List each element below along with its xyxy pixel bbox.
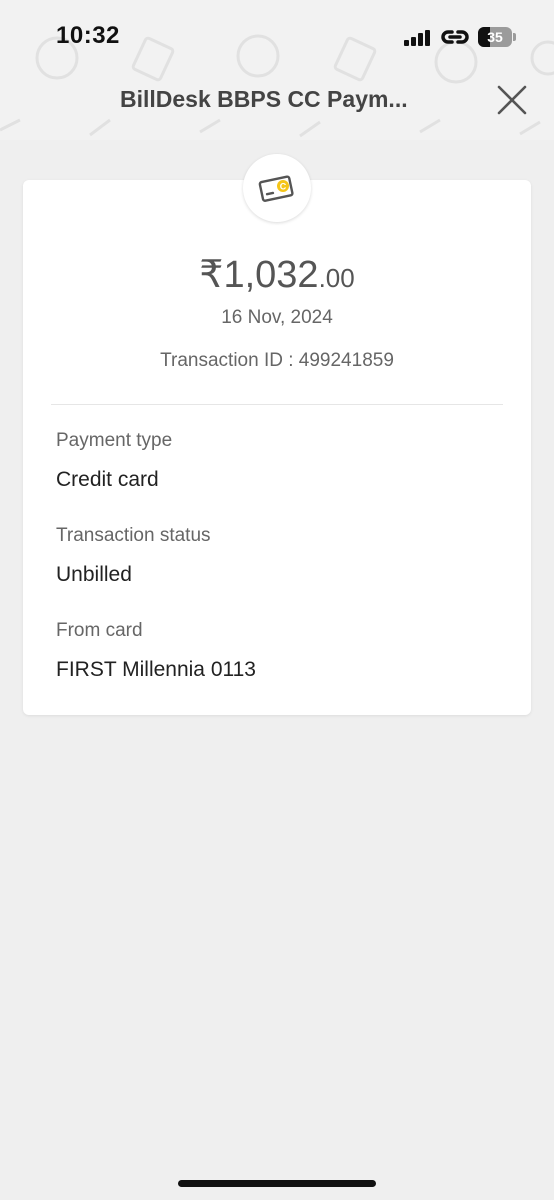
amount-decimal: .00 bbox=[318, 263, 355, 293]
amount-main: ₹1,032 bbox=[199, 254, 319, 296]
close-button[interactable] bbox=[494, 82, 530, 118]
transaction-status-label: Transaction status bbox=[56, 525, 211, 546]
status-time: 10:32 bbox=[56, 22, 120, 49]
close-icon bbox=[497, 85, 527, 115]
payment-type-value: Credit card bbox=[56, 468, 159, 491]
battery-level: 35 bbox=[487, 29, 503, 45]
status-bar: 10:32 35 bbox=[0, 0, 554, 72]
svg-text:C: C bbox=[280, 182, 287, 192]
transaction-date: 16 Nov, 2024 bbox=[221, 307, 333, 328]
transaction-status-value: Unbilled bbox=[56, 563, 132, 586]
battery-tip bbox=[513, 33, 516, 41]
transaction-id: Transaction ID : 499241859 bbox=[160, 350, 394, 371]
payment-type-label: Payment type bbox=[56, 430, 173, 451]
credit-card-icon-badge: C bbox=[243, 154, 311, 222]
transaction-card: ₹1,032.00 16 Nov, 2024 Transaction ID : … bbox=[23, 180, 531, 715]
home-indicator[interactable] bbox=[178, 1180, 376, 1187]
from-card-label: From card bbox=[56, 620, 143, 641]
divider bbox=[51, 404, 503, 405]
battery-icon: 35 bbox=[478, 27, 512, 47]
credit-card-icon: C bbox=[258, 175, 294, 202]
transaction-amount: ₹1,032.00 bbox=[23, 252, 531, 297]
from-card-value: FIRST Millennia 0113 bbox=[56, 658, 256, 681]
personal-hotspot-icon bbox=[441, 30, 469, 44]
page-title: BillDesk BBPS CC Paym... bbox=[120, 86, 408, 112]
cellular-signal-icon bbox=[404, 30, 430, 46]
title-bar: BillDesk BBPS CC Paym... bbox=[0, 78, 554, 122]
